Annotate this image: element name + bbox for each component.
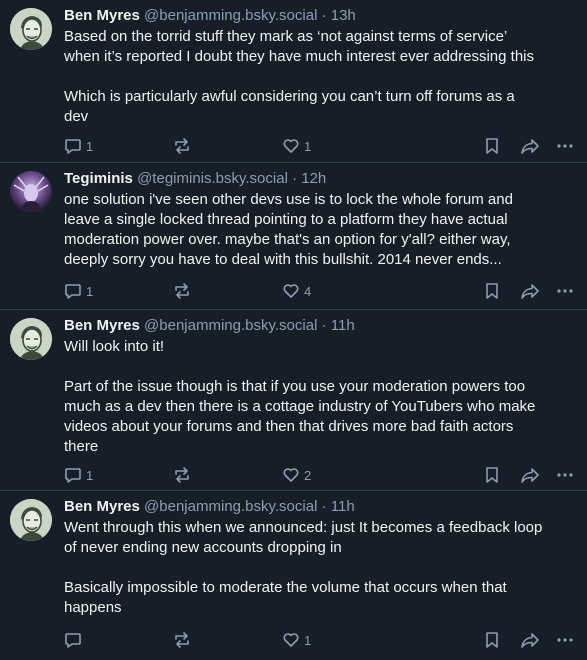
author-name[interactable]: Ben Myres xyxy=(64,317,140,334)
more-options-button[interactable] xyxy=(556,466,574,484)
speech-bubble-icon xyxy=(65,633,81,648)
avatar[interactable] xyxy=(10,8,52,50)
post-header: Tegiminis @tegiminis.bsky.social · 12h xyxy=(64,169,573,189)
post-text: Will look into it! Part of the issue tho… xyxy=(64,338,536,455)
repost-arrows-icon xyxy=(175,632,189,648)
avatar[interactable] xyxy=(10,171,52,213)
repost-button[interactable] xyxy=(172,466,192,484)
ellipsis-icon xyxy=(557,289,573,293)
speech-bubble-icon xyxy=(65,468,81,483)
reply-count: 1 xyxy=(86,283,94,299)
author-name[interactable]: Tegiminis xyxy=(64,170,133,187)
bookmark-button[interactable] xyxy=(484,137,500,155)
post-time[interactable]: 11h xyxy=(331,498,355,515)
post[interactable]: Ben Myres @benjamming.bsky.social · 11h … xyxy=(0,491,587,660)
share-button[interactable] xyxy=(520,137,540,155)
post-time[interactable]: 11h xyxy=(331,317,355,334)
heart-icon xyxy=(283,468,299,482)
post-header: Ben Myres @benjamming.bsky.social · 13h xyxy=(64,6,573,26)
like-button[interactable]: 1 xyxy=(282,631,311,649)
bookmark-icon xyxy=(486,283,498,299)
separator: · xyxy=(321,317,327,334)
like-count: 1 xyxy=(304,632,312,648)
repost-arrows-icon xyxy=(175,283,189,299)
post-content: Ben Myres @benjamming.bsky.social · 11h … xyxy=(64,497,573,618)
repost-button[interactable] xyxy=(172,137,192,155)
like-count: 2 xyxy=(304,467,312,483)
bookmark-icon xyxy=(486,632,498,648)
post-text: one solution i've seen other devs use is… xyxy=(64,191,513,268)
share-arrow-icon xyxy=(521,139,539,154)
speech-bubble-icon xyxy=(65,139,81,154)
like-button[interactable]: 1 xyxy=(282,137,311,155)
ellipsis-icon xyxy=(557,638,573,642)
post-content: Ben Myres @benjamming.bsky.social · 11h … xyxy=(64,316,573,457)
separator: · xyxy=(321,7,327,24)
like-button[interactable]: 4 xyxy=(282,282,311,300)
ellipsis-icon xyxy=(557,144,573,148)
separator: · xyxy=(292,170,298,187)
post[interactable]: Ben Myres @benjamming.bsky.social · 11h … xyxy=(0,310,587,491)
post-actions: 1 1 xyxy=(64,135,573,157)
reply-count: 1 xyxy=(86,467,94,483)
reply-button[interactable] xyxy=(64,631,86,649)
bookmark-button[interactable] xyxy=(484,282,500,300)
heart-icon xyxy=(283,284,299,298)
share-button[interactable] xyxy=(520,631,540,649)
share-button[interactable] xyxy=(520,466,540,484)
bookmark-icon xyxy=(486,467,498,483)
heart-icon xyxy=(283,139,299,153)
bookmark-button[interactable] xyxy=(484,466,500,484)
reply-count: 1 xyxy=(86,138,94,154)
reply-button[interactable]: 1 xyxy=(64,137,93,155)
post-time[interactable]: 12h xyxy=(301,170,326,187)
post-time[interactable]: 13h xyxy=(331,7,356,24)
like-count: 1 xyxy=(304,138,312,154)
thread-feed: Ben Myres @benjamming.bsky.social · 13h … xyxy=(0,0,587,660)
reply-button[interactable]: 1 xyxy=(64,466,93,484)
author-handle[interactable]: @tegiminis.bsky.social xyxy=(137,170,288,187)
share-arrow-icon xyxy=(521,468,539,483)
share-arrow-icon xyxy=(521,284,539,299)
post-actions: 1 4 xyxy=(64,280,573,302)
post-actions: 1 xyxy=(64,629,573,651)
post-text: Based on the torrid stuff they mark as ‘… xyxy=(64,28,534,125)
post-actions: 1 2 xyxy=(64,464,573,486)
repost-arrows-icon xyxy=(175,467,189,483)
like-button[interactable]: 2 xyxy=(282,466,311,484)
author-name[interactable]: Ben Myres xyxy=(64,7,140,24)
repost-button[interactable] xyxy=(172,282,192,300)
author-handle[interactable]: @benjamming.bsky.social xyxy=(144,7,317,24)
more-options-button[interactable] xyxy=(556,631,574,649)
post-content: Tegiminis @tegiminis.bsky.social · 12h o… xyxy=(64,169,573,270)
speech-bubble-icon xyxy=(65,284,81,299)
share-button[interactable] xyxy=(520,282,540,300)
avatar[interactable] xyxy=(10,499,52,541)
avatar[interactable] xyxy=(10,318,52,360)
author-handle[interactable]: @benjamming.bsky.social xyxy=(144,498,317,515)
more-options-button[interactable] xyxy=(556,282,574,300)
bookmark-icon xyxy=(486,138,498,154)
like-count: 4 xyxy=(304,283,312,299)
post[interactable]: Tegiminis @tegiminis.bsky.social · 12h o… xyxy=(0,163,587,310)
post-header: Ben Myres @benjamming.bsky.social · 11h xyxy=(64,316,573,336)
post[interactable]: Ben Myres @benjamming.bsky.social · 13h … xyxy=(0,0,587,163)
heart-icon xyxy=(283,633,299,647)
post-text: Went through this when we announced: jus… xyxy=(64,519,543,616)
repost-button[interactable] xyxy=(172,631,192,649)
reply-button[interactable]: 1 xyxy=(64,282,93,300)
post-header: Ben Myres @benjamming.bsky.social · 11h xyxy=(64,497,573,517)
post-content: Ben Myres @benjamming.bsky.social · 13h … xyxy=(64,6,573,127)
share-arrow-icon xyxy=(521,633,539,648)
author-name[interactable]: Ben Myres xyxy=(64,498,140,515)
repost-arrows-icon xyxy=(175,138,189,154)
bookmark-button[interactable] xyxy=(484,631,500,649)
more-options-button[interactable] xyxy=(556,137,574,155)
ellipsis-icon xyxy=(557,473,573,477)
separator: · xyxy=(321,498,327,515)
author-handle[interactable]: @benjamming.bsky.social xyxy=(144,317,317,334)
